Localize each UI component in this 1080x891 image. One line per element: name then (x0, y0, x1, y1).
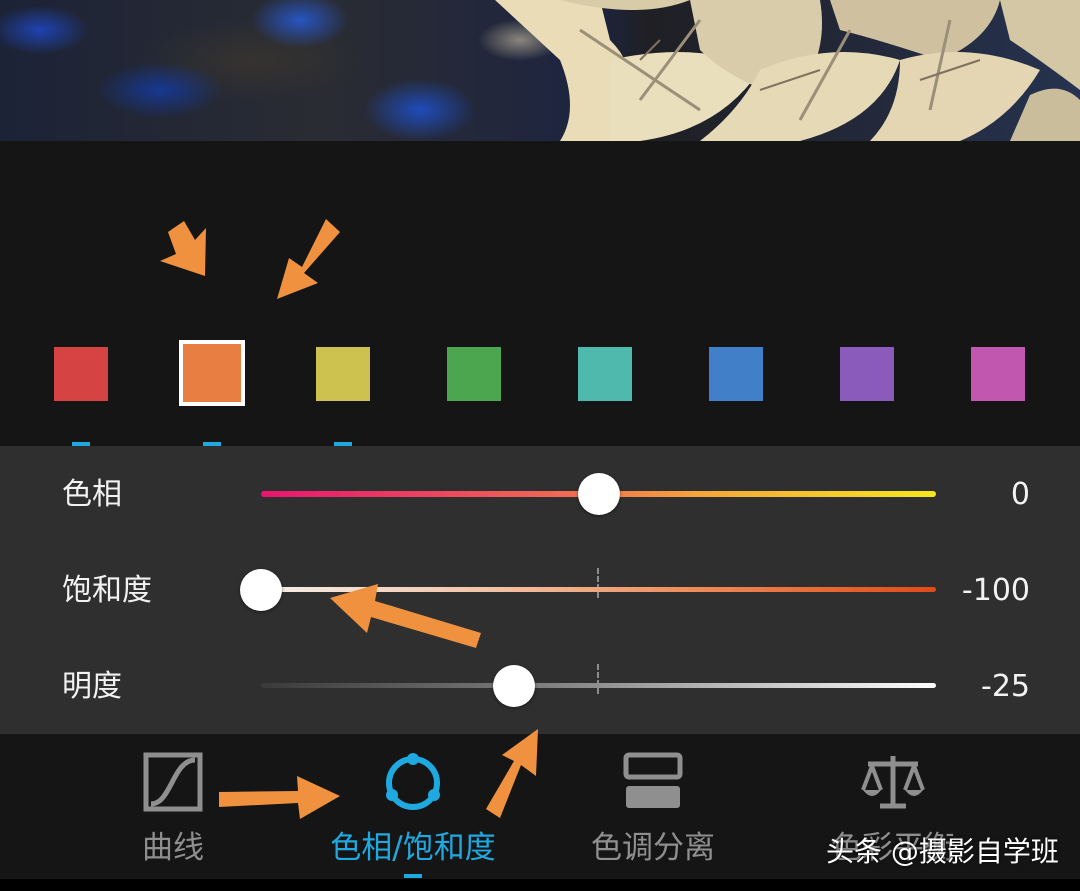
swatch-orange[interactable] (179, 340, 245, 406)
hue-value: 0 (1010, 477, 1030, 512)
luminance-slider-track[interactable] (261, 683, 936, 688)
swatch-purple[interactable] (840, 347, 894, 401)
tab-hsl-label: 色相/饱和度 (330, 830, 496, 866)
photo-preview[interactable] (0, 0, 1080, 141)
tab-curves-label: 曲线 (142, 830, 204, 866)
hsl-slider-panel: 色相 0 饱和度 -100 明度 -25 (0, 446, 1080, 734)
hue-slider-thumb[interactable] (577, 473, 620, 515)
ginkgo-leaves-image (495, 0, 1080, 141)
swatch-yellow[interactable] (316, 347, 370, 401)
saturation-value: -100 (961, 573, 1030, 608)
swatch-blue[interactable] (709, 347, 763, 401)
split-tone-icon (623, 752, 683, 816)
saturation-slider-thumb[interactable] (240, 569, 282, 611)
balance-scale-icon (860, 752, 926, 816)
luminance-center-tick (597, 664, 599, 694)
hsl-ring-icon (381, 750, 445, 818)
luminance-slider-thumb[interactable] (493, 665, 536, 707)
tab-split-toning-label: 色调分离 (591, 830, 715, 866)
saturation-label: 饱和度 (62, 573, 152, 608)
tab-curves[interactable]: 曲线 (38, 734, 308, 879)
luminance-label: 明度 (62, 669, 122, 704)
swatch-red[interactable] (54, 347, 108, 401)
curve-icon (143, 752, 203, 816)
bottom-edge (0, 879, 1080, 891)
swatch-green[interactable] (447, 347, 501, 401)
watermark-text: 头条 @摄影自学班 (826, 835, 1059, 868)
tab-hsl[interactable]: 色相/饱和度 (278, 734, 548, 879)
annotation-arrow-icon (160, 221, 206, 276)
hue-label: 色相 (62, 477, 122, 512)
saturation-slider-track[interactable] (261, 587, 936, 592)
saturation-center-tick (597, 568, 599, 598)
tab-split-toning[interactable]: 色调分离 (518, 734, 788, 879)
active-tab-underline (404, 874, 422, 878)
color-channel-selector (0, 340, 1080, 410)
luminance-value: -25 (981, 669, 1030, 704)
swatch-magenta[interactable] (971, 347, 1025, 401)
swatch-aqua[interactable] (578, 347, 632, 401)
annotation-arrow-icon (277, 219, 340, 299)
